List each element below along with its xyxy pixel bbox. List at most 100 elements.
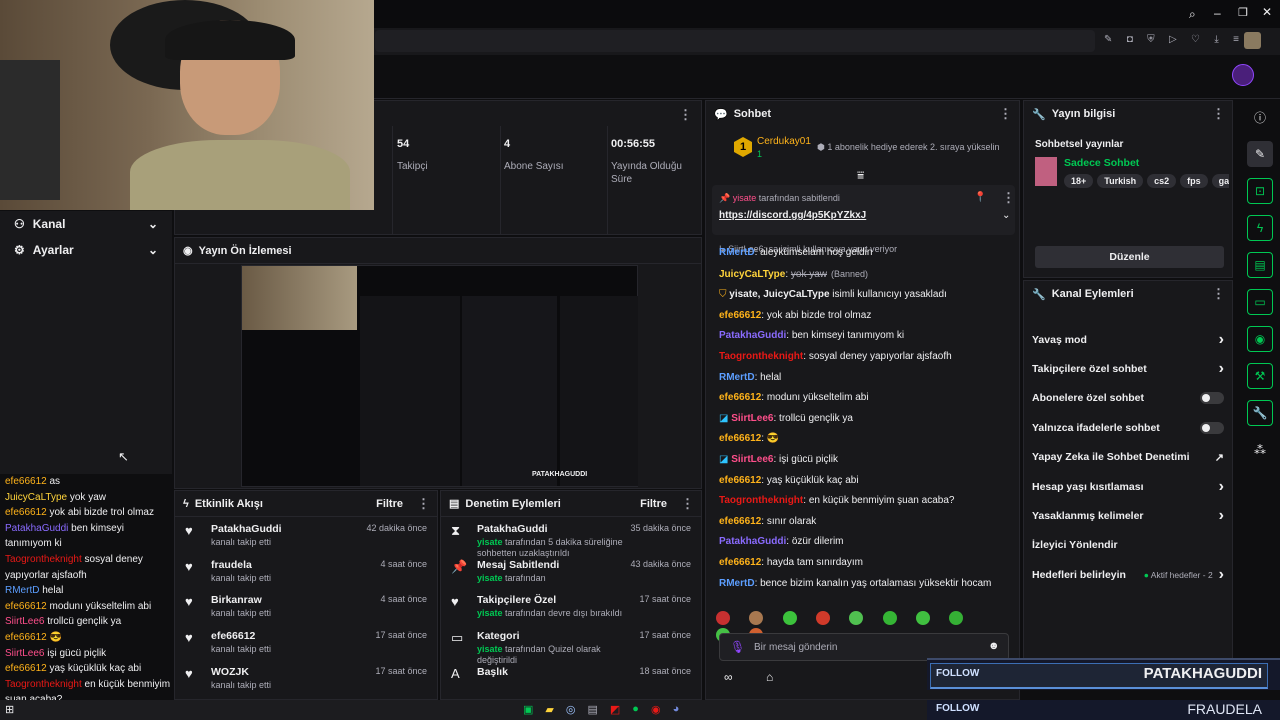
minimize-icon[interactable]: –	[1214, 6, 1221, 20]
emote-icon[interactable]	[916, 611, 931, 625]
activity-item[interactable]: ♥ fraudela kanalı takip etti 4 saat önce	[175, 553, 437, 589]
chat-message[interactable]: efe66612: modunı yükseltelim abi	[713, 388, 1013, 409]
app-icon[interactable]: ▤	[587, 703, 597, 716]
tag[interactable]: fps	[1180, 174, 1208, 188]
store-icon[interactable]: ⌂	[766, 670, 773, 684]
chat-message[interactable]: Taogrontheknight: sosyal deney yapıyorla…	[713, 347, 1013, 368]
channel-action-item[interactable]: Yapay Zeka ile Sohbet Denetimi ↗	[1024, 443, 1232, 472]
toggle-switch[interactable]	[1200, 421, 1224, 434]
maximize-icon[interactable]: ❐	[1238, 6, 1248, 19]
chat-message[interactable]: ◪ SiirtLee6: trollcü gençlik ya	[713, 409, 1013, 430]
windows-icon[interactable]: ⊞	[5, 703, 14, 716]
channel-action-item[interactable]: Takipçilere özel sohbet ›	[1024, 354, 1232, 383]
mod-action-item[interactable]: ⧗ PatakhaGuddi yisate tarafından 5 dakika …	[441, 517, 701, 558]
chat-message[interactable]: ⛉ yisate, JuicyCaLType isimli kullanıcıy…	[713, 285, 1013, 306]
preview-video[interactable]: PATAKHAGUDDI	[241, 265, 638, 487]
unpin-icon[interactable]: 📍	[974, 192, 986, 203]
chat-message[interactable]: RMertD: aleykümselam hoş geldin	[713, 243, 1013, 264]
emote-icon[interactable]	[716, 611, 730, 625]
camera-icon[interactable]: ◘	[1127, 34, 1133, 48]
tag[interactable]: Turkish	[1097, 174, 1144, 188]
channel-action-item[interactable]: Yavaş mod ›	[1024, 325, 1232, 354]
tag[interactable]: gamin	[1211, 174, 1229, 188]
search-icon[interactable]: ⌕	[1189, 7, 1196, 22]
user-avatar[interactable]	[1232, 64, 1254, 86]
edit-icon[interactable]: ✎	[1104, 34, 1112, 48]
shield-icon[interactable]: ⛨	[1147, 34, 1155, 48]
more-icon[interactable]: ⋮	[681, 496, 694, 512]
app-icon[interactable]: ▣	[523, 703, 533, 716]
gift-leader-name[interactable]: Cerdukay01	[757, 136, 811, 147]
channel-action-item[interactable]: Yalnızca ifadelerle sohbet	[1024, 413, 1232, 442]
lightning-icon[interactable]: ϟ	[1247, 215, 1273, 241]
more-icon[interactable]: ⋮	[1002, 190, 1015, 206]
chat-message[interactable]: JuicyCaLType: yok yaw (Banned)	[713, 264, 1013, 286]
spotify-icon[interactable]: ●	[632, 703, 639, 716]
more-icon[interactable]: ⋮	[1212, 106, 1225, 122]
chat-message[interactable]: PatakhaGuddi: özür dilerim	[713, 532, 1013, 553]
chat-icon[interactable]: ▭	[1247, 289, 1273, 315]
heart-icon[interactable]: ♡	[1191, 34, 1200, 48]
mic-icon[interactable]: 🎙	[730, 640, 745, 654]
steam-icon[interactable]: ◎	[566, 703, 576, 716]
extensions-icon[interactable]: ⁂	[1247, 437, 1273, 463]
chat-message[interactable]: efe66612: 😎	[713, 429, 1013, 450]
channel-action-item[interactable]: İzleyici Yönlendir	[1024, 531, 1232, 560]
channel-action-item[interactable]: Hesap yaşı kısıtlaması ›	[1024, 472, 1232, 501]
toggle-switch[interactable]	[1200, 392, 1224, 405]
channel-action-item[interactable]: Hedefleri belirleyin ● Aktif hedefler - 2…	[1024, 560, 1232, 589]
broadcast-icon[interactable]: ◉	[1247, 326, 1273, 352]
mod-action-item[interactable]: ▭ Kategori yisate tarafından Quizel olarak…	[441, 624, 701, 665]
channel-action-item[interactable]: Abonelere özel sohbet	[1024, 384, 1232, 413]
folder-icon[interactable]: ▰	[545, 703, 553, 716]
infinity-icon[interactable]: ∞	[724, 670, 733, 684]
mod-action-item[interactable]: ♥ Takipçilere Özel yisate tarafından devre…	[441, 588, 701, 624]
emote-icon[interactable]	[949, 611, 964, 625]
activity-item[interactable]: ♥ PatakhaGuddi kanalı takip etti 42 dakika …	[175, 517, 437, 553]
chat-message[interactable]: ◪ SiirtLee6: işi gücü piçlik	[713, 450, 1013, 471]
more-icon[interactable]: ⋮	[999, 106, 1012, 122]
profile-avatar[interactable]	[1244, 32, 1261, 49]
tag[interactable]: 18+	[1064, 174, 1094, 188]
tools-icon[interactable]: ⚒	[1247, 363, 1273, 389]
emote-icon[interactable]	[782, 611, 797, 625]
filter-button[interactable]: Filtre	[376, 498, 403, 510]
wrench-icon[interactable]: 🔧	[1247, 400, 1273, 426]
sidebar-item-ayarlar[interactable]: ⚙ Ayarlar ⌄	[0, 237, 172, 263]
target-icon[interactable]: ⊡	[1247, 178, 1273, 204]
chat-message[interactable]: efe66612: yaş küçüklük kaç abi	[713, 471, 1013, 492]
chat-message[interactable]: RMertD: bence bizim kanalın yaş ortalama…	[713, 574, 1013, 595]
menu-icon[interactable]: ≡	[1233, 34, 1239, 48]
chat-message[interactable]: efe66612: yok abi bizde trol olmaz	[713, 306, 1013, 327]
close-icon[interactable]: ✕	[1262, 5, 1272, 19]
mod-action-item[interactable]: A Başlık 18 saat önce	[441, 660, 701, 696]
chat-message[interactable]: RMertD: helal	[713, 368, 1013, 389]
activity-item[interactable]: ♥ Birkanraw kanalı takip etti 4 saat önce	[175, 588, 437, 624]
more-icon[interactable]: ⋮	[679, 107, 692, 123]
emoji-picker-icon[interactable]: ☻	[988, 640, 1000, 652]
emote-icon[interactable]	[882, 611, 897, 625]
opera-icon[interactable]: ◉	[651, 703, 661, 716]
filter-button[interactable]: Filtre	[640, 498, 667, 510]
activity-item[interactable]: ♥ efe66612 kanalı takip etti 17 saat önce	[175, 624, 437, 660]
emote-icon[interactable]	[816, 611, 831, 625]
address-bar[interactable]	[375, 30, 1095, 52]
chat-input[interactable]: 🎙 Bir mesaj gönderin ☻	[719, 633, 1009, 661]
collapse-icon[interactable]: ⩸	[857, 168, 864, 183]
discord-icon[interactable]: ◕	[673, 703, 680, 716]
app-icon[interactable]: ◩	[610, 703, 620, 716]
edit-button[interactable]: Düzenle	[1035, 246, 1224, 268]
chat-message[interactable]: Taogrontheknight: en küçük benmiyim şuan…	[713, 491, 1013, 512]
mod-action-item[interactable]: 📌 Mesaj Sabitlendi yisate tarafından 43 dak…	[441, 553, 701, 589]
info-icon[interactable]: ⓘ	[1247, 104, 1273, 130]
category-name[interactable]: Sadece Sohbet	[1064, 157, 1139, 169]
emote-icon[interactable]	[849, 611, 864, 625]
more-icon[interactable]: ⋮	[1212, 286, 1225, 302]
chat-message[interactable]: efe66612: hayda tam sınırdayım	[713, 553, 1013, 574]
activity-item[interactable]: ♥ WOZJK kanalı takip etti 17 saat önce	[175, 660, 437, 696]
download-icon[interactable]: ⤓	[1214, 34, 1218, 48]
more-icon[interactable]: ⋮	[417, 496, 430, 512]
chat-message[interactable]: efe66612: sınır olarak	[713, 512, 1013, 533]
tag[interactable]: cs2	[1147, 174, 1177, 188]
emote-icon[interactable]	[749, 611, 764, 625]
